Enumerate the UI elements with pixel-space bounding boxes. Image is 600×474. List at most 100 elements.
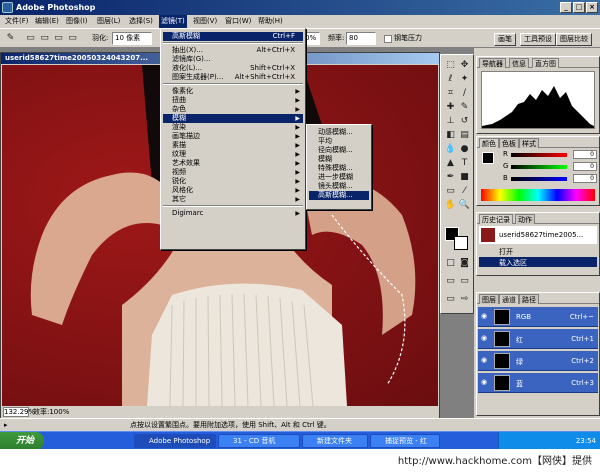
standard-mode-icon[interactable]: □ xyxy=(444,257,457,270)
tab-channels[interactable]: 通道 xyxy=(499,294,519,304)
zoom-field[interactable]: 132.29% xyxy=(3,407,35,417)
blur-submenu-item[interactable]: 高斯模糊... xyxy=(309,191,369,200)
task-capture-preview[interactable]: 捕捉预览 - 红 xyxy=(370,434,440,448)
frequency-input[interactable]: 80 xyxy=(346,32,376,45)
pen-tool-icon[interactable]: ✒ xyxy=(444,171,457,184)
filter-menu-item[interactable]: 液化(L)... Shift+Ctrl+X xyxy=(163,64,303,73)
type-tool-icon[interactable]: T xyxy=(458,157,471,170)
healing-brush-icon[interactable]: ✚ xyxy=(444,101,457,114)
filter-menu-item[interactable]: Digimarc ▶ xyxy=(163,209,303,218)
menu-file[interactable]: 文件(F) xyxy=(3,15,31,28)
add-selection-icon[interactable]: ▭ xyxy=(38,32,51,45)
filter-menu-item[interactable]: 锐化 ▶ xyxy=(163,177,303,186)
filter-menu-item[interactable]: 画笔描边 ▶ xyxy=(163,132,303,141)
r-value[interactable]: 0 xyxy=(573,150,597,159)
path-select-icon[interactable]: ▲ xyxy=(444,157,457,170)
visibility-eye-icon[interactable]: ◉ xyxy=(481,379,490,386)
clone-stamp-icon[interactable]: ⊥ xyxy=(444,115,457,128)
tab-styles[interactable]: 样式 xyxy=(519,138,539,148)
history-item-open[interactable]: 打开 xyxy=(479,246,597,256)
notes-tool-icon[interactable]: ▭ xyxy=(444,185,457,198)
color-spectrum-bar[interactable] xyxy=(481,189,595,201)
history-brush-icon[interactable]: ↺ xyxy=(458,115,471,128)
visibility-eye-icon[interactable]: ◉ xyxy=(481,357,490,364)
menu-select[interactable]: 选择(S) xyxy=(127,15,155,28)
gradient-tool-icon[interactable]: ▤ xyxy=(458,129,471,142)
tab-layers[interactable]: 图层 xyxy=(479,294,499,304)
g-value[interactable]: 0 xyxy=(573,162,597,171)
menu-layer[interactable]: 图层(L) xyxy=(95,15,122,28)
tab-histogram[interactable]: 直方图 xyxy=(532,58,559,68)
pen-pressure-checkbox[interactable] xyxy=(384,35,392,43)
tab-info[interactable]: 信息 xyxy=(509,58,529,68)
filter-menu-item[interactable]: 滤镜库(G)... xyxy=(163,55,303,64)
feather-input[interactable]: 10 像素 xyxy=(112,32,152,45)
tab-brushes[interactable]: 画笔 xyxy=(494,33,516,46)
subtract-selection-icon[interactable]: ▭ xyxy=(52,32,65,45)
tool-preset-icon[interactable]: ✎ xyxy=(4,32,17,45)
move-tool-icon[interactable]: ✥ xyxy=(458,59,471,72)
task-photoshop[interactable]: Adobe Photoshop xyxy=(134,434,216,448)
quick-mask-icon[interactable]: ◙ xyxy=(458,257,471,270)
filter-menu-item[interactable]: 像素化 ▶ xyxy=(163,87,303,96)
blur-submenu-item[interactable]: 镜头模糊... xyxy=(309,182,369,191)
screen-mode-3-icon[interactable]: ▭ xyxy=(444,293,457,306)
blur-submenu-item[interactable]: 进一步模糊 xyxy=(309,173,369,182)
history-item-load-selection[interactable]: 载入选区 xyxy=(479,257,597,267)
tab-paths[interactable]: 路径 xyxy=(519,294,539,304)
menu-help[interactable]: 帮助(H) xyxy=(256,15,285,28)
channel-row-rgb[interactable]: ◉ RGB Ctrl+~ xyxy=(478,307,598,327)
filter-menu-item[interactable]: 图案生成器(P)... Alt+Shift+Ctrl+X xyxy=(163,73,303,82)
filter-menu-item[interactable]: 素描 ▶ xyxy=(163,141,303,150)
close-button[interactable]: × xyxy=(586,2,598,13)
filter-menu-item[interactable]: 模糊 ▶ xyxy=(163,114,303,123)
selection-mode-icon[interactable]: ▭ xyxy=(24,32,37,45)
filter-menu-item[interactable]: 风格化 ▶ xyxy=(163,186,303,195)
filter-menu-item[interactable]: 杂色 ▶ xyxy=(163,105,303,114)
menu-view[interactable]: 视图(V) xyxy=(191,15,219,28)
b-value[interactable]: 0 xyxy=(573,174,597,183)
channel-row-red[interactable]: ◉ 红 Ctrl+1 xyxy=(478,329,598,349)
zoom-tool-icon[interactable]: 🔍 xyxy=(458,199,471,212)
b-slider[interactable] xyxy=(511,177,567,181)
lasso-tool-icon[interactable]: ℓ xyxy=(444,73,457,86)
filter-menu-item[interactable]: 其它 ▶ xyxy=(163,195,303,204)
channel-row-blue[interactable]: ◉ 蓝 Ctrl+3 xyxy=(478,373,598,393)
menu-image[interactable]: 图像(I) xyxy=(64,15,90,28)
screen-mode-2-icon[interactable]: ▭ xyxy=(458,275,471,288)
filter-menu-item[interactable]: 渲染 ▶ xyxy=(163,123,303,132)
tab-color[interactable]: 颜色 xyxy=(479,138,499,148)
menu-filter[interactable]: 滤镜(T) xyxy=(159,15,187,28)
eyedropper-tool-icon[interactable]: ⁄ xyxy=(458,185,471,198)
filter-menu-item[interactable]: 高斯模糊 Ctrl+F xyxy=(163,32,303,41)
g-slider[interactable] xyxy=(511,165,567,169)
menu-window[interactable]: 窗口(W) xyxy=(223,15,253,28)
tab-layer-comps[interactable]: 图层比较 xyxy=(556,33,592,46)
filter-menu-item[interactable]: 抽出(X)... Alt+Ctrl+X xyxy=(163,46,303,55)
tab-history[interactable]: 历史记录 xyxy=(479,214,513,224)
blur-tool-icon[interactable]: 💧 xyxy=(444,143,457,156)
blur-submenu-item[interactable]: 径向模糊... xyxy=(309,146,369,155)
tab-swatches[interactable]: 色板 xyxy=(499,138,519,148)
crop-tool-icon[interactable]: ⌗ xyxy=(444,87,457,100)
filter-menu-item[interactable]: 艺术效果 ▶ xyxy=(163,159,303,168)
magic-wand-tool-icon[interactable]: ✦ xyxy=(458,73,471,86)
tab-actions[interactable]: 动作 xyxy=(515,214,535,224)
filter-menu-item[interactable]: 纹理 ▶ xyxy=(163,150,303,159)
intersect-selection-icon[interactable]: ▭ xyxy=(66,32,79,45)
hand-tool-icon[interactable]: ✋ xyxy=(444,199,457,212)
background-color-swatch[interactable] xyxy=(454,236,468,250)
history-snapshot-row[interactable]: userid58627time2005... xyxy=(479,226,597,244)
start-button[interactable]: 开始 xyxy=(0,432,44,450)
fg-color-swatch[interactable] xyxy=(482,152,494,164)
task-cd-player[interactable]: 31 - CD 音机 xyxy=(218,434,300,448)
tab-navigator[interactable]: 导航器 xyxy=(479,58,506,68)
screen-mode-1-icon[interactable]: ▭ xyxy=(444,275,457,288)
shape-tool-icon[interactable]: ■ xyxy=(458,171,471,184)
blur-submenu-item[interactable]: 特殊模糊... xyxy=(309,164,369,173)
eraser-tool-icon[interactable]: ◧ xyxy=(444,129,457,142)
marquee-tool-icon[interactable]: ⬚ xyxy=(444,59,457,72)
task-new-folder[interactable]: 新建文件夹 xyxy=(302,434,368,448)
minimize-button[interactable]: _ xyxy=(560,2,572,13)
maximize-button[interactable]: □ xyxy=(573,2,585,13)
